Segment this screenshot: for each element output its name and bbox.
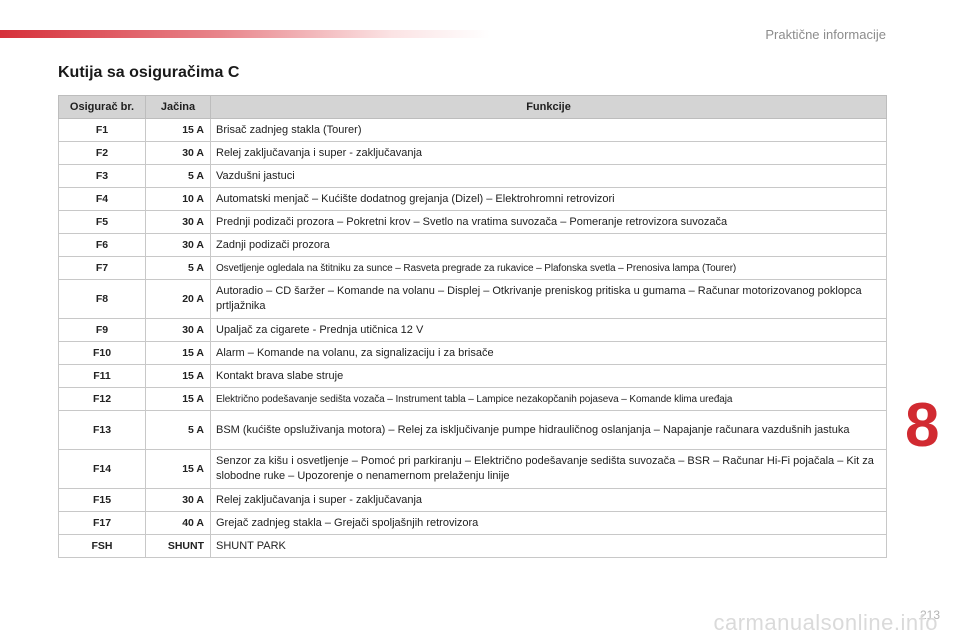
column-header-functions: Funkcije (210, 95, 887, 119)
fuse-number-cell: F17 (58, 511, 146, 535)
fuse-rating-cell: 20 A (145, 279, 211, 319)
fuse-rating-cell: 15 A (145, 387, 211, 411)
fuse-function-cell: Autoradio – CD šaržer – Komande na volan… (210, 279, 887, 319)
fuse-function-cell: Grejač zadnjeg stakla – Grejači spoljašn… (210, 511, 887, 535)
fuse-number-cell: F15 (58, 488, 146, 512)
fuse-number-cell: F1 (58, 118, 146, 142)
fuse-rating-cell: 30 A (145, 210, 211, 234)
fuse-rating-cell: 30 A (145, 488, 211, 512)
fuse-function-cell: Osvetljenje ogledala na štitniku za sunc… (210, 256, 887, 280)
fuse-rating-cell: 5 A (145, 410, 211, 450)
fuse-rating-cell: 15 A (145, 118, 211, 142)
fuse-number-cell: F2 (58, 141, 146, 165)
fuse-number-cell: F6 (58, 233, 146, 257)
column-header-rating: Jačina (145, 95, 211, 119)
fuse-function-cell: Senzor za kišu i osvetljenje – Pomoć pri… (210, 449, 887, 489)
fuse-function-cell: Relej zaključavanja i super - zaključava… (210, 488, 887, 512)
fuse-rating-cell: 15 A (145, 341, 211, 365)
fuse-number-cell: F14 (58, 449, 146, 489)
table-row: F7 5 A Osvetljenje ogledala na štitniku … (58, 256, 887, 280)
fuse-rating-cell: 5 A (145, 256, 211, 280)
table-row: F2 30 A Relej zaključavanja i super - za… (58, 141, 887, 165)
fuse-number-cell: FSH (58, 534, 146, 558)
fuse-rating-cell: 15 A (145, 364, 211, 388)
fuse-function-cell: Automatski menjač – Kućište dodatnog gre… (210, 187, 887, 211)
table-row: F17 40 A Grejač zadnjeg stakla – Grejači… (58, 511, 887, 535)
fuse-function-cell: Alarm – Komande na volanu, za signalizac… (210, 341, 887, 365)
table-row: F1 15 A Brisač zadnjeg stakla (Tourer) (58, 118, 887, 142)
fuse-function-cell: Brisač zadnjeg stakla (Tourer) (210, 118, 887, 142)
fuse-number-cell: F12 (58, 387, 146, 411)
fuse-rating-cell: 30 A (145, 318, 211, 342)
table-row: F12 15 A Električno podešavanje sedišta … (58, 387, 887, 411)
fuse-number-cell: F11 (58, 364, 146, 388)
fuse-number-cell: F7 (58, 256, 146, 280)
table-row: F15 30 A Relej zaključavanja i super - z… (58, 488, 887, 512)
fuse-number-cell: F13 (58, 410, 146, 450)
fuse-table: Osigurač br. Jačina Funkcije F1 15 A Bri… (58, 95, 887, 558)
fuse-number-cell: F8 (58, 279, 146, 319)
table-row: F8 20 A Autoradio – CD šaržer – Komande … (58, 279, 887, 319)
table-header-row: Osigurač br. Jačina Funkcije (58, 95, 887, 119)
table-row: F3 5 A Vazdušni jastuci (58, 164, 887, 188)
section-label: Praktične informacije (765, 27, 886, 42)
fuse-function-cell: Prednji podizači prozora – Pokretni krov… (210, 210, 887, 234)
fuse-function-cell: Upaljač za cigarete - Prednja utičnica 1… (210, 318, 887, 342)
fuse-rating-cell: 40 A (145, 511, 211, 535)
page-title: Kutija sa osiguračima C (58, 64, 240, 81)
fuse-rating-cell: 10 A (145, 187, 211, 211)
fuse-rating-cell: 5 A (145, 164, 211, 188)
fuse-function-cell: Zadnji podizači prozora (210, 233, 887, 257)
table-row: F5 30 A Prednji podizači prozora – Pokre… (58, 210, 887, 234)
table-row: F14 15 A Senzor za kišu i osvetljenje – … (58, 449, 887, 489)
fuse-rating-cell: 15 A (145, 449, 211, 489)
table-row: F10 15 A Alarm – Komande na volanu, za s… (58, 341, 887, 365)
table-row: F13 5 A BSM (kućište opsluživanja motora… (58, 410, 887, 450)
fuse-number-cell: F3 (58, 164, 146, 188)
table-row: FSH SHUNT SHUNT PARK (58, 534, 887, 558)
fuse-function-cell: Električno podešavanje sedišta vozača – … (210, 387, 887, 411)
watermark: carmanualsonline.info (713, 610, 938, 635)
column-header-fuse-number: Osigurač br. (58, 95, 146, 119)
fuse-function-cell: Relej zaključavanja i super - zaključava… (210, 141, 887, 165)
fuse-rating-cell: SHUNT (145, 534, 211, 558)
fuse-function-cell: Vazdušni jastuci (210, 164, 887, 188)
fuse-number-cell: F9 (58, 318, 146, 342)
fuse-function-cell: SHUNT PARK (210, 534, 887, 558)
fuse-rating-cell: 30 A (145, 233, 211, 257)
table-row: F4 10 A Automatski menjač – Kućište doda… (58, 187, 887, 211)
chapter-number: 8 (905, 391, 940, 460)
fuse-function-cell: BSM (kućište opsluživanja motora) – Rele… (210, 410, 887, 450)
fuse-number-cell: F5 (58, 210, 146, 234)
fuse-rating-cell: 30 A (145, 141, 211, 165)
table-row: F11 15 A Kontakt brava slabe struje (58, 364, 887, 388)
fuse-function-cell: Kontakt brava slabe struje (210, 364, 887, 388)
table-row: F6 30 A Zadnji podizači prozora (58, 233, 887, 257)
table-row: F9 30 A Upaljač za cigarete - Prednja ut… (58, 318, 887, 342)
fuse-number-cell: F4 (58, 187, 146, 211)
fuse-number-cell: F10 (58, 341, 146, 365)
header-accent-bar (0, 30, 490, 38)
